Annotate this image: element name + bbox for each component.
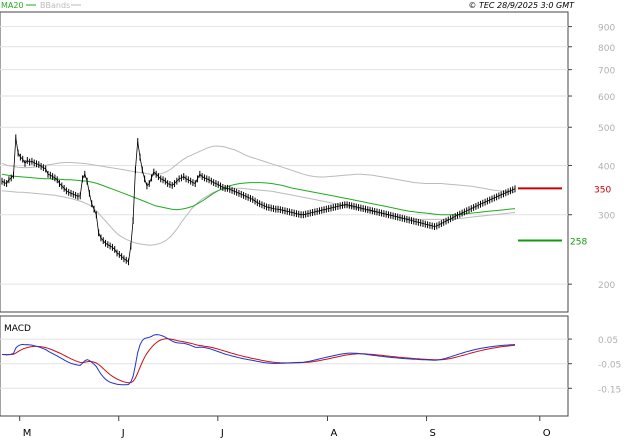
price-panel: 900 800 700 600 500 400 300 200 350 258 <box>0 11 615 313</box>
price-y-tick-label: 800 <box>598 44 615 54</box>
price-y-tick-label: 700 <box>598 67 615 77</box>
price-y-tick-labels: 900 800 700 600 500 400 300 200 <box>568 24 615 291</box>
resistance-label: 350 <box>594 185 611 195</box>
chart-canvas: 900 800 700 600 500 400 300 200 350 258 0.05 -0.0… <box>0 1 621 439</box>
price-y-tick-label: 200 <box>598 281 615 291</box>
ma20-line <box>1 173 516 216</box>
copyright-credit: © TEC 28/9/2025 3:0 GMT <box>468 1 575 10</box>
macd-y-tick-labels: 0.05 -0.05 -0.15 <box>568 336 621 395</box>
x-tick-label: S <box>430 428 436 439</box>
x-tick-label: A <box>330 428 337 439</box>
price-line <box>1 137 516 263</box>
x-axis: MJJASO <box>19 416 551 439</box>
x-tick-label: J <box>121 428 125 439</box>
support-label: 258 <box>570 238 587 248</box>
x-tick-label: O <box>543 428 551 439</box>
price-panel-frame <box>0 11 569 313</box>
price-series <box>1 134 516 266</box>
signal-line <box>2 338 516 384</box>
macd-y-tick-label: -0.15 <box>598 385 621 395</box>
price-y-tick-label: 600 <box>598 93 615 103</box>
legend-bbands: BBands <box>40 1 70 10</box>
bbands-lower-line <box>1 187 516 246</box>
header-legend: MA20 BBands <box>1 1 81 10</box>
macd-panel: 0.05 -0.05 -0.15 MACD <box>0 315 621 417</box>
macd-y-tick-label: -0.05 <box>598 361 621 371</box>
macd-y-tick-label: 0.05 <box>598 336 618 346</box>
legend-ma20: MA20 <box>1 1 24 10</box>
macd-gridlines <box>0 338 568 389</box>
macd-title: MACD <box>4 324 31 334</box>
x-tick-label: J <box>220 428 224 439</box>
bbands-upper-line <box>1 145 516 193</box>
macd-panel-frame <box>0 315 569 417</box>
price-gridlines <box>0 26 568 285</box>
price-y-tick-label: 900 <box>598 24 615 34</box>
x-tick-label: M <box>23 428 32 439</box>
price-y-tick-label: 500 <box>598 124 615 134</box>
price-y-tick-label: 400 <box>598 162 615 172</box>
macd-series <box>1 334 516 386</box>
price-y-tick-label: 300 <box>598 212 615 222</box>
